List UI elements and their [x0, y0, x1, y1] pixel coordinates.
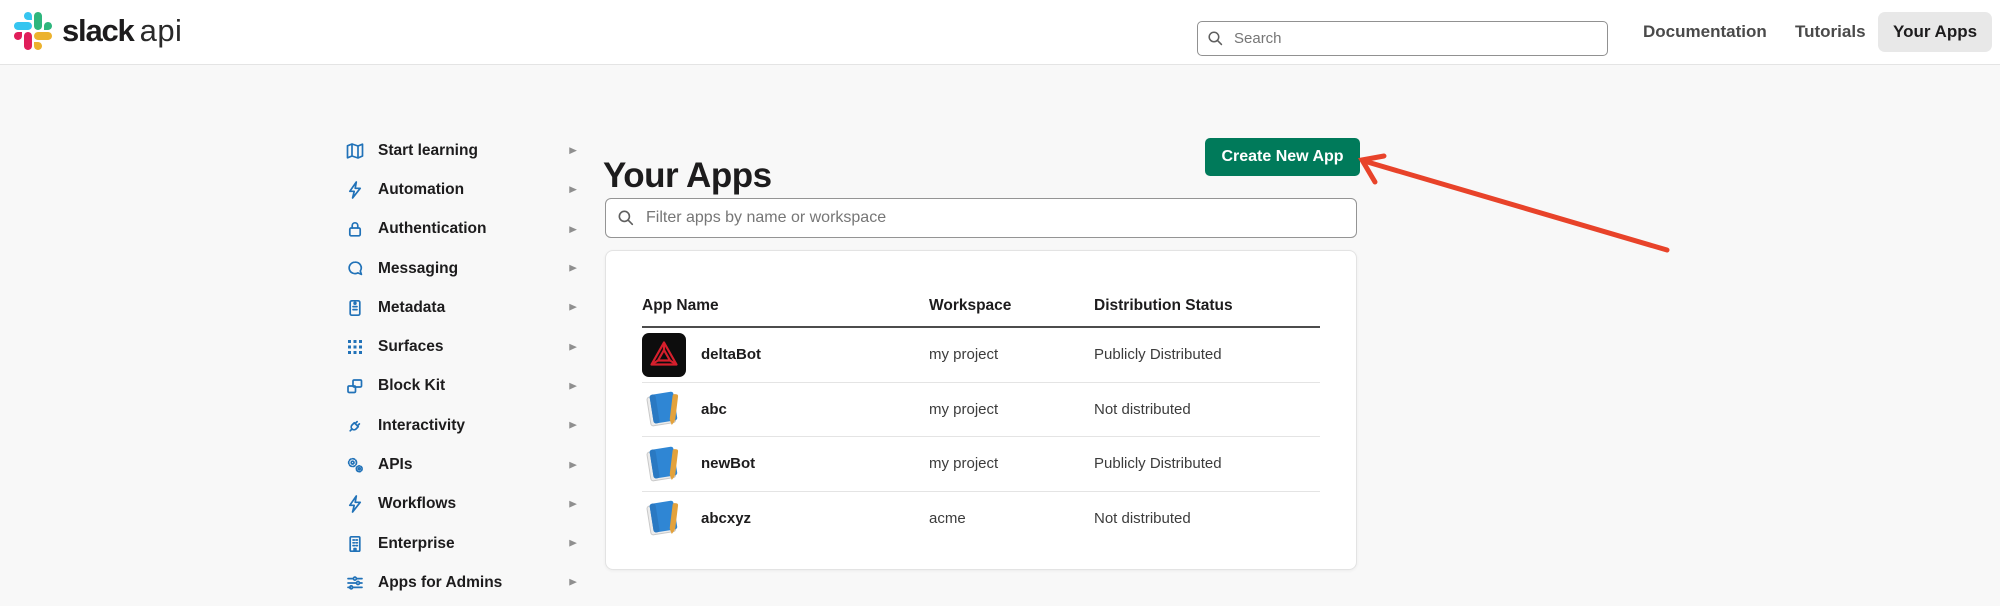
status-cell: Publicly Distributed [1094, 455, 1320, 472]
sidebar-item-apps-for-admins[interactable]: Apps for Admins ▶ [345, 563, 577, 602]
chevron-right-icon: ▶ [569, 421, 577, 431]
sidebar-item-label: Metadata [378, 299, 445, 317]
sidebar-item-authentication[interactable]: Authentication ▶ [345, 210, 577, 249]
sidebar-item-surfaces[interactable]: Surfaces ▶ [345, 327, 577, 366]
column-header-distribution-status: Distribution Status [1094, 297, 1320, 315]
sidebar-item-label: Interactivity [378, 417, 465, 435]
column-header-app-name: App Name [642, 297, 929, 315]
table-row[interactable]: abc my project Not distributed [642, 383, 1320, 438]
sidebar-item-block-kit[interactable]: Block Kit ▶ [345, 367, 577, 406]
sidebar-item-workflows[interactable]: Workflows ▶ [345, 485, 577, 524]
sidebar-item-messaging[interactable]: Messaging ▶ [345, 249, 577, 288]
tag-icon [345, 298, 365, 318]
workspace-cell: my project [929, 455, 1094, 472]
gears-icon [345, 455, 365, 475]
sidebar-item-label: Enterprise [378, 535, 455, 553]
sidebar-item-label: Automation [378, 181, 464, 199]
sidebar-item-label: Apps for Admins [378, 574, 502, 592]
global-search [1197, 21, 1608, 56]
sliders-icon [345, 573, 365, 593]
speech-bubble-icon [345, 259, 365, 279]
sidebar-item-enterprise[interactable]: Enterprise ▶ [345, 524, 577, 563]
search-input[interactable] [1197, 21, 1608, 56]
table-row[interactable]: newBot my project Publicly Distributed [642, 437, 1320, 492]
docs-sidebar: Start learning ▶ Automation ▶ Authentica… [345, 131, 577, 603]
annotation-arrow [1340, 148, 1685, 260]
plug-icon [345, 416, 365, 436]
workspace-cell: my project [929, 401, 1094, 418]
workspace-cell: my project [929, 346, 1094, 363]
default-app-icon [642, 387, 686, 431]
map-icon [345, 141, 365, 161]
sidebar-item-automation[interactable]: Automation ▶ [345, 170, 577, 209]
blocks-icon [345, 376, 365, 396]
nav-your-apps-active[interactable]: Your Apps [1878, 12, 1992, 52]
chevron-right-icon: ▶ [569, 539, 577, 549]
table-header-row: App Name Workspace Distribution Status [642, 297, 1320, 328]
chevron-right-icon: ▶ [569, 303, 577, 313]
sidebar-item-label: Surfaces [378, 338, 443, 356]
chevron-right-icon: ▶ [569, 381, 577, 391]
status-cell: Not distributed [1094, 401, 1320, 418]
slack-api-logo[interactable]: slack api [14, 12, 182, 50]
nav-tutorials[interactable]: Tutorials [1795, 0, 1866, 64]
app-name-link[interactable]: abcxyz [701, 510, 751, 527]
brand-word-slack: slack [62, 13, 134, 49]
grid-dots-icon [345, 337, 365, 357]
apps-table-card: App Name Workspace Distribution Status d… [605, 250, 1357, 570]
sidebar-item-label: Workflows [378, 495, 456, 513]
chevron-right-icon: ▶ [569, 460, 577, 470]
sidebar-item-interactivity[interactable]: Interactivity ▶ [345, 406, 577, 445]
search-icon [617, 209, 635, 227]
bolt-icon [345, 494, 365, 514]
building-icon [345, 534, 365, 554]
deltabot-app-icon [642, 333, 686, 377]
default-app-icon [642, 442, 686, 486]
status-cell: Publicly Distributed [1094, 346, 1320, 363]
status-cell: Not distributed [1094, 510, 1320, 527]
lock-icon [345, 219, 365, 239]
default-app-icon [642, 496, 686, 540]
app-name-link[interactable]: abc [701, 401, 727, 418]
sidebar-item-label: APIs [378, 456, 412, 474]
chevron-right-icon: ▶ [569, 146, 577, 156]
sidebar-item-start-learning[interactable]: Start learning ▶ [345, 131, 577, 170]
nav-documentation[interactable]: Documentation [1643, 0, 1767, 64]
bolt-icon [345, 180, 365, 200]
chevron-right-icon: ▶ [569, 342, 577, 352]
column-header-workspace: Workspace [929, 297, 1094, 315]
sidebar-item-label: Block Kit [378, 377, 445, 395]
sidebar-item-metadata[interactable]: Metadata ▶ [345, 288, 577, 327]
brand-word-api: api [140, 13, 183, 49]
page-title: Your Apps [603, 156, 772, 196]
app-name-link[interactable]: newBot [701, 455, 755, 472]
table-row[interactable]: deltaBot my project Publicly Distributed [642, 328, 1320, 383]
top-header: slack api Documentation Tutorials Your A… [0, 0, 2000, 65]
slack-pinwheel-icon [14, 12, 52, 50]
chevron-right-icon: ▶ [569, 578, 577, 588]
table-row[interactable]: abcxyz acme Not distributed [642, 492, 1320, 546]
sidebar-item-label: Authentication [378, 220, 487, 238]
chevron-right-icon: ▶ [569, 224, 577, 234]
filter-apps-input[interactable] [605, 198, 1357, 238]
slack-api-your-apps-page: slack api Documentation Tutorials Your A… [0, 0, 2000, 606]
sidebar-item-apis[interactable]: APIs ▶ [345, 445, 577, 484]
apps-filter [605, 198, 1357, 238]
sidebar-item-label: Messaging [378, 260, 458, 278]
search-icon [1207, 30, 1224, 47]
chevron-right-icon: ▶ [569, 185, 577, 195]
chevron-right-icon: ▶ [569, 499, 577, 509]
chevron-right-icon: ▶ [569, 264, 577, 274]
workspace-cell: acme [929, 510, 1094, 527]
sidebar-item-label: Start learning [378, 142, 478, 160]
app-name-link[interactable]: deltaBot [701, 346, 761, 363]
create-new-app-button[interactable]: Create New App [1205, 138, 1360, 176]
